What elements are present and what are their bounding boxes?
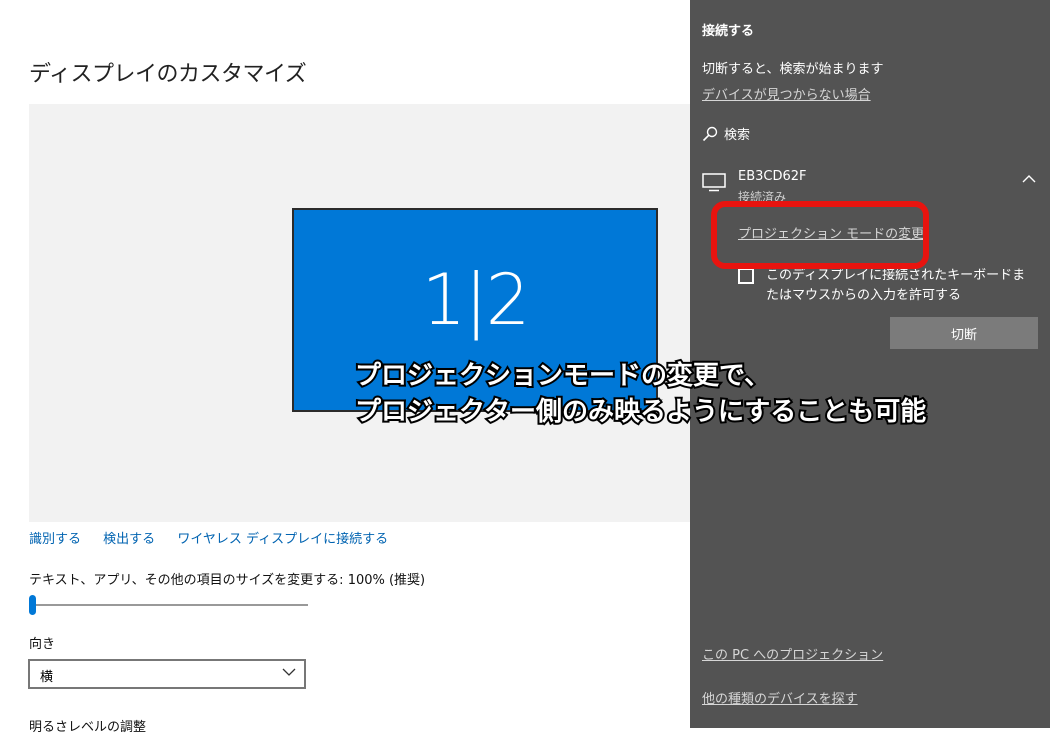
monitor-label: 1|2 [421,259,531,341]
slider-track [29,604,308,606]
annotation-line-2: プロジェクター側のみ映るようにすることも可能 [353,395,928,429]
monitor-icon [702,173,726,192]
disconnect-button[interactable]: 切断 [890,317,1038,349]
detect-link[interactable]: 検出する [103,532,155,547]
chevron-down-icon [282,668,296,676]
orientation-label: 向き [29,637,56,652]
panel-title: 接続する [702,24,755,39]
device-name[interactable]: EB3CD62F [738,169,807,184]
project-to-pc-link[interactable]: この PC へのプロジェクション [702,644,883,663]
display-arrangement-area: 1|2 [29,104,690,522]
page-title: ディスプレイのカスタマイズ [29,62,307,87]
scale-slider[interactable] [29,595,308,615]
wireless-display-link[interactable]: ワイヤレス ディスプレイに接続する [177,532,388,547]
search-row[interactable]: 検索 [702,124,750,143]
annotation-caption: プロジェクションモードの変更で、 プロジェクター側のみ映るようにすることも可能 [353,358,928,430]
panel-message: 切断すると、検索が始まります [702,62,884,77]
allow-input-checkbox[interactable] [738,268,754,284]
orientation-select[interactable]: 横 [28,659,306,689]
slider-thumb[interactable] [29,595,36,615]
search-icon [702,126,718,141]
highlight-box [711,201,929,269]
find-other-devices-link[interactable]: 他の種類のデバイスを探す [702,688,858,707]
search-label: 検索 [724,128,751,143]
display-links: 識別する 検出する ワイヤレス ディスプレイに接続する [29,528,406,547]
chevron-up-icon[interactable] [1022,172,1036,186]
allow-input-label: このディスプレイに接続されたキーボードまたはマウスからの入力を許可する [766,268,1026,303]
identify-link[interactable]: 識別する [29,532,81,547]
annotation-line-1: プロジェクションモードの変更で、 [353,359,772,393]
brightness-label: 明るさレベルの調整 [29,720,147,735]
device-not-found-link[interactable]: デバイスが見つからない場合 [702,84,871,103]
scale-label: テキスト、アプリ、その他の項目のサイズを変更する: 100% (推奨) [29,573,426,588]
orientation-value: 横 [40,670,54,685]
